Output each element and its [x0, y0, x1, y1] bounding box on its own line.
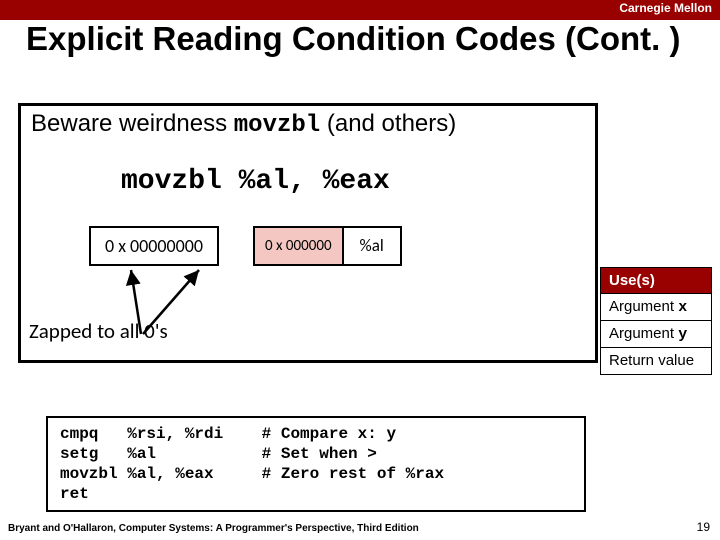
- subhead-pre: Beware weirdness: [31, 110, 234, 137]
- register-row: 0 x 00000000 0 x 000000%al: [89, 226, 402, 266]
- row-text: Return value: [609, 352, 694, 369]
- uses-table-head: Use(s): [601, 268, 712, 294]
- reg-cell-al: %al: [342, 226, 402, 266]
- row-text: Argument: [609, 298, 678, 315]
- uses-table: Use(s) Argument x Argument y Return valu…: [600, 267, 712, 375]
- overlay-subhead: Beware weirdness movzbl (and others): [31, 110, 456, 139]
- zapped-label: Zapped to all 0's: [29, 318, 168, 344]
- row-mono: y: [678, 326, 687, 343]
- page-number: 19: [697, 520, 710, 534]
- row-mono: x: [678, 299, 687, 316]
- brand-label: Carnegie Mellon: [619, 1, 712, 15]
- reg-cell-full: 0 x 00000000: [89, 226, 219, 266]
- reg-cell-high: 0 x 000000: [253, 226, 342, 266]
- assembly-code-box: cmpq %rsi, %rdi # Compare x: y setg %al …: [46, 416, 586, 512]
- top-stripe: Carnegie Mellon: [0, 0, 720, 20]
- instruction-line: movzbl %al, %eax: [121, 166, 390, 197]
- subhead-post: (and others): [320, 110, 456, 137]
- footer-citation: Bryant and O'Hallaron, Computer Systems:…: [8, 523, 419, 534]
- table-row: Argument y: [601, 321, 712, 348]
- slide-title: Explicit Reading Condition Codes (Cont. …: [26, 20, 700, 58]
- table-row: Argument x: [601, 294, 712, 321]
- row-text: Argument: [609, 325, 678, 342]
- overlay-box: Beware weirdness movzbl (and others) mov…: [18, 103, 598, 363]
- table-row: Return value: [601, 348, 712, 375]
- subhead-code: movzbl: [234, 112, 320, 139]
